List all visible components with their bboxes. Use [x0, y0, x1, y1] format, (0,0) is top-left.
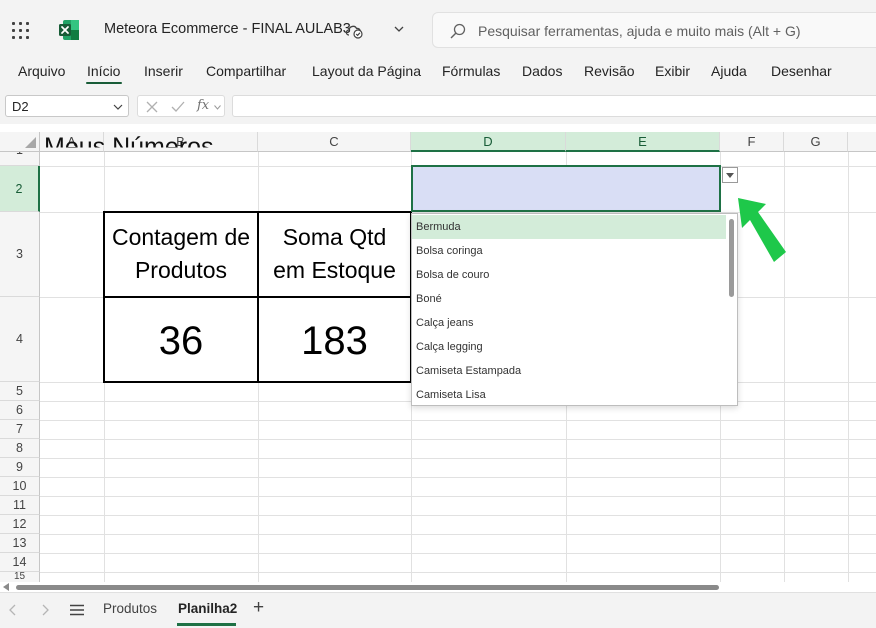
list-item[interactable]: Bolsa de couro: [412, 263, 726, 287]
row-header-2[interactable]: 2: [0, 166, 40, 212]
validation-dropdown-button[interactable]: [722, 167, 738, 183]
tab-desenhar[interactable]: Desenhar: [771, 63, 832, 79]
tab-exibir[interactable]: Exibir: [655, 63, 690, 79]
row-header-6[interactable]: 6: [0, 401, 40, 420]
list-item[interactable]: Calça jeans: [412, 311, 726, 335]
row-header-10[interactable]: 10: [0, 477, 40, 496]
tab-arquivo[interactable]: Arquivo: [18, 63, 65, 79]
sum-label-line2: em Estoque: [273, 257, 396, 283]
gridline: [40, 496, 876, 497]
tab-revisao[interactable]: Revisão: [584, 63, 635, 79]
active-tab-indicator: [86, 82, 122, 84]
gridline: [40, 458, 876, 459]
count-label-line1: Contagem de: [111, 224, 251, 250]
search-icon: [450, 23, 466, 39]
all-sheets-menu-icon[interactable]: [70, 604, 84, 616]
list-item[interactable]: Camiseta Estampada: [412, 359, 726, 383]
sheet-tabs-bar: Produtos Planilha2 +: [0, 592, 876, 628]
title-bar: Meteora Ecommerce - FINAL AULAB3 Pesquis…: [0, 0, 876, 58]
chevron-down-icon[interactable]: [393, 24, 405, 34]
check-icon[interactable]: [171, 101, 185, 113]
gridline: [40, 534, 876, 535]
scroll-left-icon[interactable]: [3, 583, 10, 591]
gridline: [40, 477, 876, 478]
tab-layout-da-pagina[interactable]: Layout da Página: [312, 63, 421, 79]
dropdown-scrollbar[interactable]: [729, 219, 734, 297]
count-label-line2: Produtos: [134, 257, 228, 283]
sheet-tab-produtos[interactable]: Produtos: [103, 601, 157, 616]
cloud-saved-icon[interactable]: [344, 21, 364, 39]
column-header-c[interactable]: C: [258, 132, 411, 152]
app-launcher-icon[interactable]: [12, 22, 30, 40]
name-box[interactable]: D2: [5, 95, 129, 117]
column-header-g[interactable]: G: [784, 132, 848, 152]
tab-ajuda[interactable]: Ajuda: [711, 63, 747, 79]
select-all-corner[interactable]: [0, 132, 40, 152]
excel-logo-icon: [59, 20, 79, 40]
formula-bar-row: D2 fx: [0, 90, 876, 124]
tab-inserir[interactable]: Inserir: [144, 63, 183, 79]
gridline: [40, 572, 876, 573]
tab-dados[interactable]: Dados: [522, 63, 562, 79]
sheet-tab-planilha2[interactable]: Planilha2: [178, 601, 237, 616]
ribbon-tabs: Arquivo Início Inserir Compartilhar Layo…: [0, 58, 876, 90]
gridline: [40, 420, 876, 421]
formula-tools: fx: [137, 95, 225, 117]
row-header-4[interactable]: 4: [0, 297, 40, 382]
column-header-h[interactable]: [848, 132, 876, 152]
row-header-8[interactable]: 8: [0, 439, 40, 458]
document-title[interactable]: Meteora Ecommerce - FINAL AULAB3: [104, 21, 351, 37]
sum-label-line1: Soma Qtd: [282, 224, 387, 250]
count-value: 36: [158, 319, 204, 363]
row-header-14[interactable]: 14: [0, 553, 40, 572]
row-header-7[interactable]: 7: [0, 420, 40, 439]
gridline: [40, 439, 876, 440]
row-header-3[interactable]: 3: [0, 212, 40, 297]
horizontal-scroll-thumb[interactable]: [16, 585, 719, 590]
column-header-f[interactable]: F: [720, 132, 784, 152]
horizontal-scrollbar[interactable]: [0, 582, 876, 592]
column-header-e[interactable]: E: [566, 132, 720, 152]
chevron-down-icon[interactable]: [214, 105, 221, 110]
gridline: [848, 152, 849, 582]
add-sheet-button[interactable]: +: [253, 597, 264, 619]
caret-down-icon: [726, 173, 734, 178]
name-box-value: D2: [12, 99, 29, 114]
formula-input[interactable]: [232, 95, 876, 117]
tab-formulas[interactable]: Fórmulas: [442, 63, 500, 79]
row-header-11[interactable]: 11: [0, 496, 40, 515]
chevron-left-icon[interactable]: [9, 604, 17, 616]
list-item[interactable]: Camiseta Lisa: [412, 383, 726, 405]
row-header-9[interactable]: 9: [0, 458, 40, 477]
search-placeholder: Pesquisar ferramentas, ajuda e muito mai…: [478, 23, 801, 39]
active-sheet-indicator: [177, 623, 236, 626]
list-item[interactable]: Bermuda: [412, 215, 726, 239]
row-header-1[interactable]: 1: [0, 152, 40, 166]
row-header-15[interactable]: 15: [0, 572, 40, 582]
row-header-13[interactable]: 13: [0, 534, 40, 553]
sum-value: 183: [301, 319, 368, 363]
gridline: [40, 553, 876, 554]
tab-inicio[interactable]: Início: [87, 63, 120, 79]
chevron-right-icon[interactable]: [41, 604, 49, 616]
list-item[interactable]: Boné: [412, 287, 726, 311]
gridline: [40, 515, 876, 516]
cancel-icon[interactable]: [146, 101, 158, 113]
insert-function-icon[interactable]: fx: [197, 98, 209, 113]
select-all-icon: [25, 137, 36, 148]
validation-dropdown-list[interactable]: Bermuda Bolsa coringa Bolsa de couro Bon…: [411, 213, 738, 406]
list-item[interactable]: Bolsa coringa: [412, 239, 726, 263]
search-input[interactable]: Pesquisar ferramentas, ajuda e muito mai…: [432, 12, 876, 48]
list-item[interactable]: Calça legging: [412, 335, 726, 359]
selected-cell-d2[interactable]: [411, 165, 721, 212]
tab-compartilhar[interactable]: Compartilhar: [206, 63, 286, 79]
chevron-down-icon[interactable]: [113, 103, 123, 111]
row-header-5[interactable]: 5: [0, 382, 40, 401]
green-arrow-icon: [738, 198, 786, 262]
row-header-12[interactable]: 12: [0, 515, 40, 534]
column-header-d[interactable]: D: [411, 132, 566, 152]
